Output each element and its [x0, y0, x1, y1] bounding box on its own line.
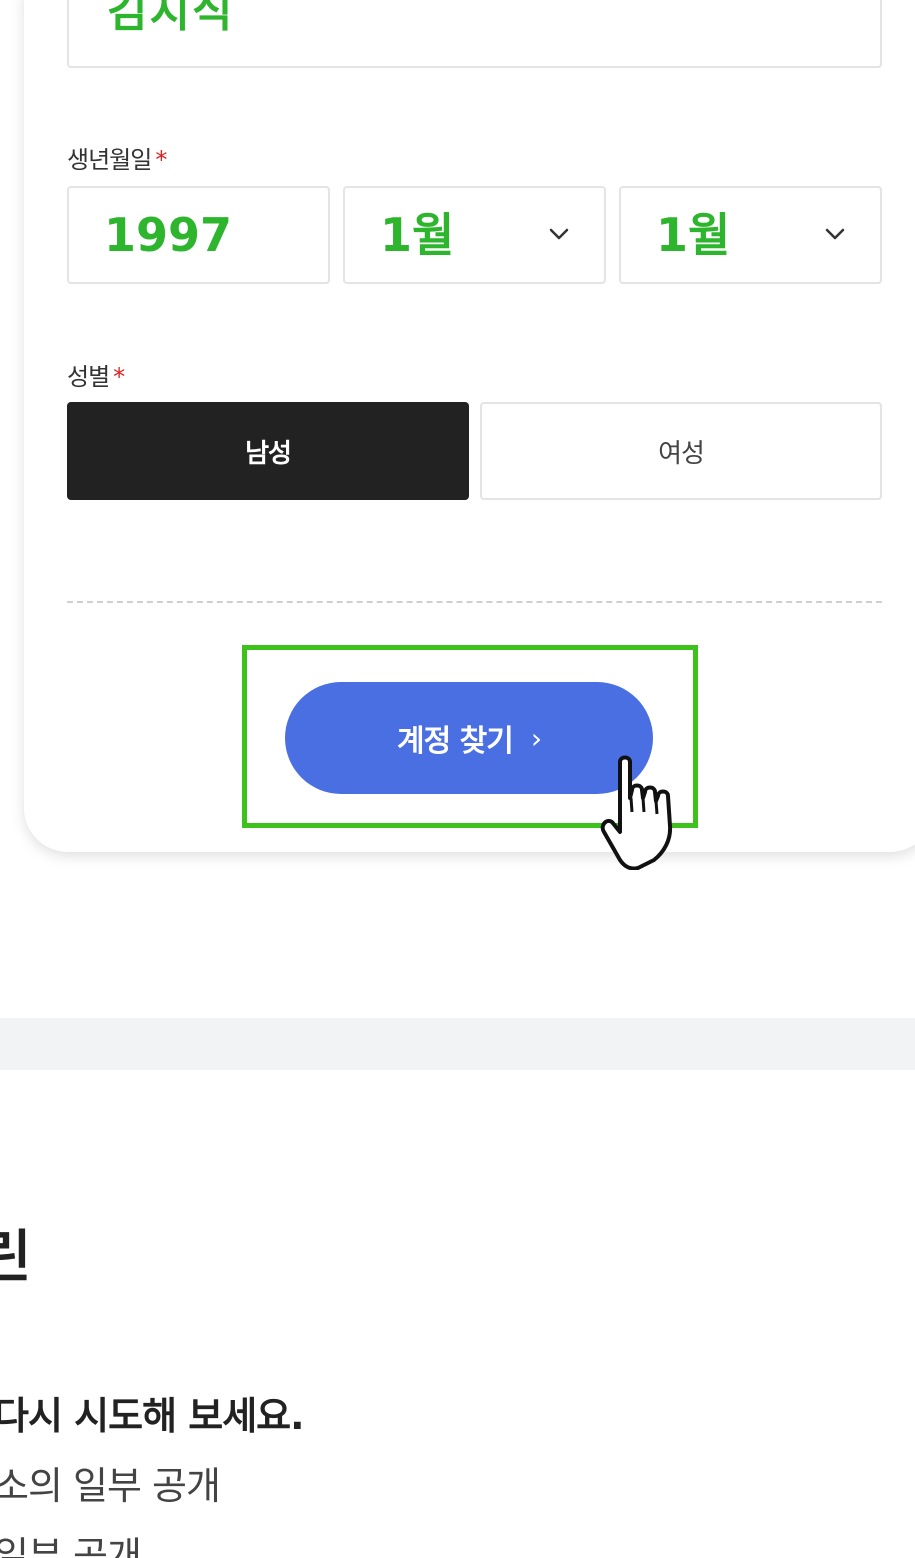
birth-month-value: 1월	[380, 208, 455, 262]
required-mark: *	[155, 146, 167, 174]
birth-year-value: 1997	[104, 208, 233, 262]
page: 김지식 생년월일* 1997 1월 1월 성별* 남성 여성 계정 찾기 ›	[0, 0, 915, 1558]
chevron-down-icon	[549, 228, 569, 240]
gender-label-text: 성별	[67, 363, 110, 391]
required-mark: *	[113, 363, 125, 391]
hand-pointer-icon	[600, 755, 673, 870]
birth-month-select[interactable]: 1월	[343, 186, 606, 284]
birth-date-label: 생년월일 *	[67, 140, 167, 175]
chevron-down-icon	[825, 228, 845, 240]
chevron-right-icon: ›	[530, 721, 542, 755]
birth-date-label-text: 생년월일	[67, 146, 152, 174]
info-line: 소의 일부 공개	[0, 1464, 221, 1508]
section-heading: 린	[0, 1225, 32, 1290]
birth-day-value: 1월	[656, 208, 731, 262]
birth-day-select[interactable]: 1월	[619, 186, 882, 284]
section-divider-band	[0, 1018, 915, 1070]
dashed-divider	[67, 601, 882, 603]
gender-label: 성별 *	[67, 357, 125, 392]
birth-year-field[interactable]: 1997	[67, 186, 330, 284]
find-account-button-label: 계정 찾기	[396, 724, 514, 759]
info-line: 일부 공개	[0, 1534, 142, 1558]
info-line-bold: 다시 시도해 보세요.	[0, 1394, 305, 1438]
name-value: 김지식	[107, 0, 235, 37]
gender-male-button[interactable]: 남성	[67, 402, 469, 500]
gender-female-button[interactable]: 여성	[480, 402, 882, 500]
name-field[interactable]: 김지식	[67, 0, 882, 68]
